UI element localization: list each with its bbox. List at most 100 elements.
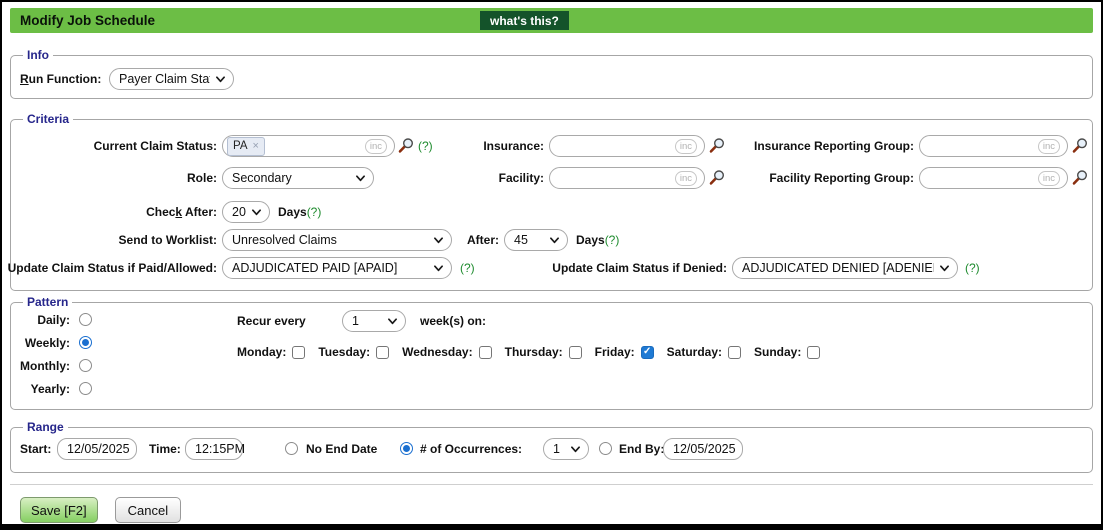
insurance-input[interactable]: inc xyxy=(549,135,705,157)
update-paid-help-link[interactable]: (?) xyxy=(460,256,475,280)
thursday-checkbox[interactable]: ✓ xyxy=(569,346,582,359)
page-title: Modify Job Schedule xyxy=(20,13,155,28)
insurance-label: Insurance: xyxy=(483,134,544,158)
inc-badge: inc xyxy=(365,139,387,154)
sunday-checkbox[interactable]: ✓ xyxy=(807,346,820,359)
weekday-saturday: Saturday:✓ xyxy=(667,345,741,359)
facility-reporting-group-input[interactable]: inc xyxy=(919,167,1068,189)
range-fieldset: Range Start: 12/05/2025 Time: 12:15PM No… xyxy=(10,427,1093,473)
no-end-date-radio[interactable] xyxy=(285,442,298,455)
criteria-fieldset: Criteria Current Claim Status: PA × inc … xyxy=(10,119,1093,291)
chevron-down-icon xyxy=(939,263,950,274)
chevron-down-icon xyxy=(215,74,226,85)
info-fieldset: Info Run Function: Payer Claim Status xyxy=(10,55,1093,99)
update-paid-label: Update Claim Status if Paid/Allowed: xyxy=(8,256,217,280)
friday-checkbox[interactable]: ✓ xyxy=(641,346,654,359)
inc-badge: inc xyxy=(1038,139,1060,154)
chevron-down-icon xyxy=(355,173,366,184)
weekday-checkbox-row: Monday:✓ Tuesday:✓ Wednesday:✓ Thursday:… xyxy=(237,340,833,364)
update-denied-help-link[interactable]: (?) xyxy=(965,256,980,280)
pattern-legend: Pattern xyxy=(23,295,72,310)
end-by-date-input[interactable]: 12/05/2025 xyxy=(663,438,743,460)
time-input[interactable]: 12:15PM xyxy=(185,438,243,460)
role-label: Role: xyxy=(187,166,217,190)
occurrences-label: # of Occurrences: xyxy=(420,437,522,461)
send-to-worklist-select[interactable]: Unresolved Claims xyxy=(222,229,452,251)
saturday-checkbox[interactable]: ✓ xyxy=(728,346,741,359)
cancel-button[interactable]: Cancel xyxy=(115,497,181,523)
save-button[interactable]: Save [F2] xyxy=(20,497,98,523)
chevron-down-icon xyxy=(433,235,444,246)
insurance-reporting-group-input[interactable]: inc xyxy=(919,135,1068,157)
chevron-down-icon xyxy=(549,235,560,246)
wednesday-checkbox[interactable]: ✓ xyxy=(479,346,492,359)
insurance-reporting-group-lookup-icon[interactable] xyxy=(1071,137,1089,155)
weekday-monday: Monday:✓ xyxy=(237,345,305,359)
info-legend: Info xyxy=(23,48,53,63)
footer-divider xyxy=(10,484,1093,485)
tuesday-checkbox[interactable]: ✓ xyxy=(376,346,389,359)
monday-checkbox[interactable]: ✓ xyxy=(292,346,305,359)
claim-status-tag[interactable]: PA × xyxy=(227,137,265,156)
worklist-after-select[interactable]: 45 xyxy=(504,229,568,251)
check-after-label: Check After: xyxy=(146,200,217,224)
occurrences-radio[interactable] xyxy=(400,442,413,455)
insurance-lookup-icon[interactable] xyxy=(708,137,726,155)
start-label: Start: xyxy=(20,437,51,461)
footer-buttons: Save [F2] Cancel xyxy=(20,497,181,523)
weekday-tuesday: Tuesday:✓ xyxy=(318,345,389,359)
facility-reporting-group-lookup-icon[interactable] xyxy=(1071,169,1089,187)
current-claim-status-label: Current Claim Status: xyxy=(94,134,217,158)
worklist-after-help-link[interactable]: (?) xyxy=(605,233,620,247)
chevron-down-icon xyxy=(387,316,398,327)
claim-status-lookup-icon[interactable] xyxy=(397,137,415,155)
facility-lookup-icon[interactable] xyxy=(708,169,726,187)
worklist-after-days: Days(?) xyxy=(576,228,619,252)
claim-status-help-link[interactable]: (?) xyxy=(418,134,433,158)
end-by-label: End By: xyxy=(619,437,664,461)
no-end-date-label: No End Date xyxy=(306,437,377,461)
inc-badge: inc xyxy=(675,171,697,186)
weekday-sunday: Sunday:✓ xyxy=(754,345,820,359)
remove-tag-icon[interactable]: × xyxy=(253,141,259,152)
start-date-input[interactable]: 12/05/2025 xyxy=(57,438,137,460)
update-denied-select[interactable]: ADJUDICATED DENIED [ADENIED] xyxy=(732,257,958,279)
chevron-down-icon xyxy=(433,263,444,274)
chevron-down-icon xyxy=(251,207,262,218)
recur-every-select[interactable]: 1 xyxy=(342,310,406,332)
checkmark-icon: ✓ xyxy=(643,347,651,357)
whats-this-button[interactable]: what's this? xyxy=(480,11,569,30)
check-after-days: Days(?) xyxy=(278,200,321,224)
title-bar: Modify Job Schedule what's this? xyxy=(10,8,1093,33)
weekday-thursday: Thursday:✓ xyxy=(505,345,582,359)
facility-reporting-group-label: Facility Reporting Group: xyxy=(769,166,914,190)
range-legend: Range xyxy=(23,420,68,435)
weekday-friday: Friday:✓ xyxy=(595,345,654,359)
chevron-down-icon xyxy=(570,444,581,455)
inc-badge: inc xyxy=(675,139,697,154)
time-label: Time: xyxy=(149,437,181,461)
run-function-select[interactable]: Payer Claim Status xyxy=(109,68,234,90)
yearly-radio[interactable] xyxy=(79,382,92,395)
insurance-reporting-group-label: Insurance Reporting Group: xyxy=(754,134,914,158)
check-after-select[interactable]: 20 xyxy=(222,201,270,223)
criteria-legend: Criteria xyxy=(23,112,73,127)
inc-badge: inc xyxy=(1038,171,1060,186)
check-after-help-link[interactable]: (?) xyxy=(307,205,322,219)
pattern-fieldset: Pattern Daily: Weekly: Monthly: Yearly: … xyxy=(10,302,1093,410)
current-claim-status-input[interactable]: PA × inc xyxy=(222,135,395,157)
recur-every-label: Recur every xyxy=(237,309,306,333)
weeks-on-label: week(s) on: xyxy=(420,309,486,333)
update-paid-select[interactable]: ADJUDICATED PAID [APAID] xyxy=(222,257,452,279)
facility-input[interactable]: inc xyxy=(549,167,705,189)
send-to-worklist-label: Send to Worklist: xyxy=(119,228,217,252)
facility-label: Facility: xyxy=(499,166,544,190)
role-select[interactable]: Secondary xyxy=(222,167,374,189)
update-denied-label: Update Claim Status if Denied: xyxy=(552,256,727,280)
modify-job-schedule-window: Modify Job Schedule what's this? Info Ru… xyxy=(0,0,1103,530)
occurrences-select[interactable]: 1 xyxy=(543,438,589,460)
claim-status-tag-text: PA xyxy=(233,140,248,152)
weekday-wednesday: Wednesday:✓ xyxy=(402,345,491,359)
yearly-label: Yearly: xyxy=(31,381,70,397)
end-by-radio[interactable] xyxy=(599,442,612,455)
